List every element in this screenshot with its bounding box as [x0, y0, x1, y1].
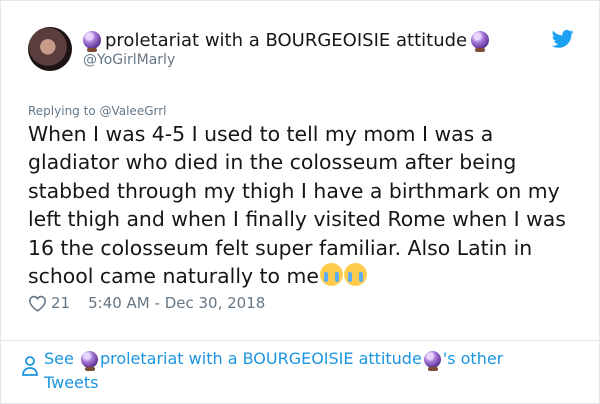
tweet-text: When I was 4-5 I used to tell my mom I w…: [28, 120, 583, 290]
see-other-tweets-link[interactable]: See proletariat with a BOURGEOISIE attit…: [21, 347, 574, 394]
display-name-row[interactable]: proletariat with a BOURGEOISIE attitude: [83, 27, 490, 53]
person-icon: [22, 356, 38, 376]
twitter-bird-icon[interactable]: [552, 29, 574, 49]
user-avatar[interactable]: [28, 27, 72, 71]
tweet-timestamp[interactable]: 5:40 AM - Dec 30, 2018: [88, 294, 265, 312]
user-handle[interactable]: @YoGirlMarly: [83, 52, 175, 68]
crystal-ball-icon: [471, 31, 490, 52]
display-name[interactable]: proletariat with a BOURGEOISIE attitude: [105, 30, 467, 51]
tweet-meta: 21 5:40 AM - Dec 30, 2018: [28, 294, 265, 312]
like-count[interactable]: 21: [51, 294, 70, 312]
tweet-card: proletariat with a BOURGEOISIE attitude …: [0, 0, 600, 404]
crystal-ball-icon: [423, 351, 441, 371]
reply-context[interactable]: Replying to @ValeeGrrl: [28, 104, 167, 118]
heart-icon[interactable]: [28, 295, 47, 312]
footer-suffix: 's other: [442, 349, 504, 368]
tweet-body: When I was 4-5 I used to tell my mom I w…: [28, 122, 566, 289]
crystal-ball-icon: [83, 31, 101, 52]
loudly-crying-face-icon: [343, 263, 367, 287]
loudly-crying-face-icon: [319, 263, 343, 287]
footer-display-name: proletariat with a BOURGEOISIE attitude: [99, 349, 422, 368]
see-other-tweets-text[interactable]: See proletariat with a BOURGEOISIE attit…: [44, 347, 574, 394]
crystal-ball-icon: [80, 351, 98, 371]
divider: [1, 340, 599, 341]
see-prefix: See: [44, 349, 74, 368]
footer-suffix-tweets: Tweets: [44, 372, 99, 392]
